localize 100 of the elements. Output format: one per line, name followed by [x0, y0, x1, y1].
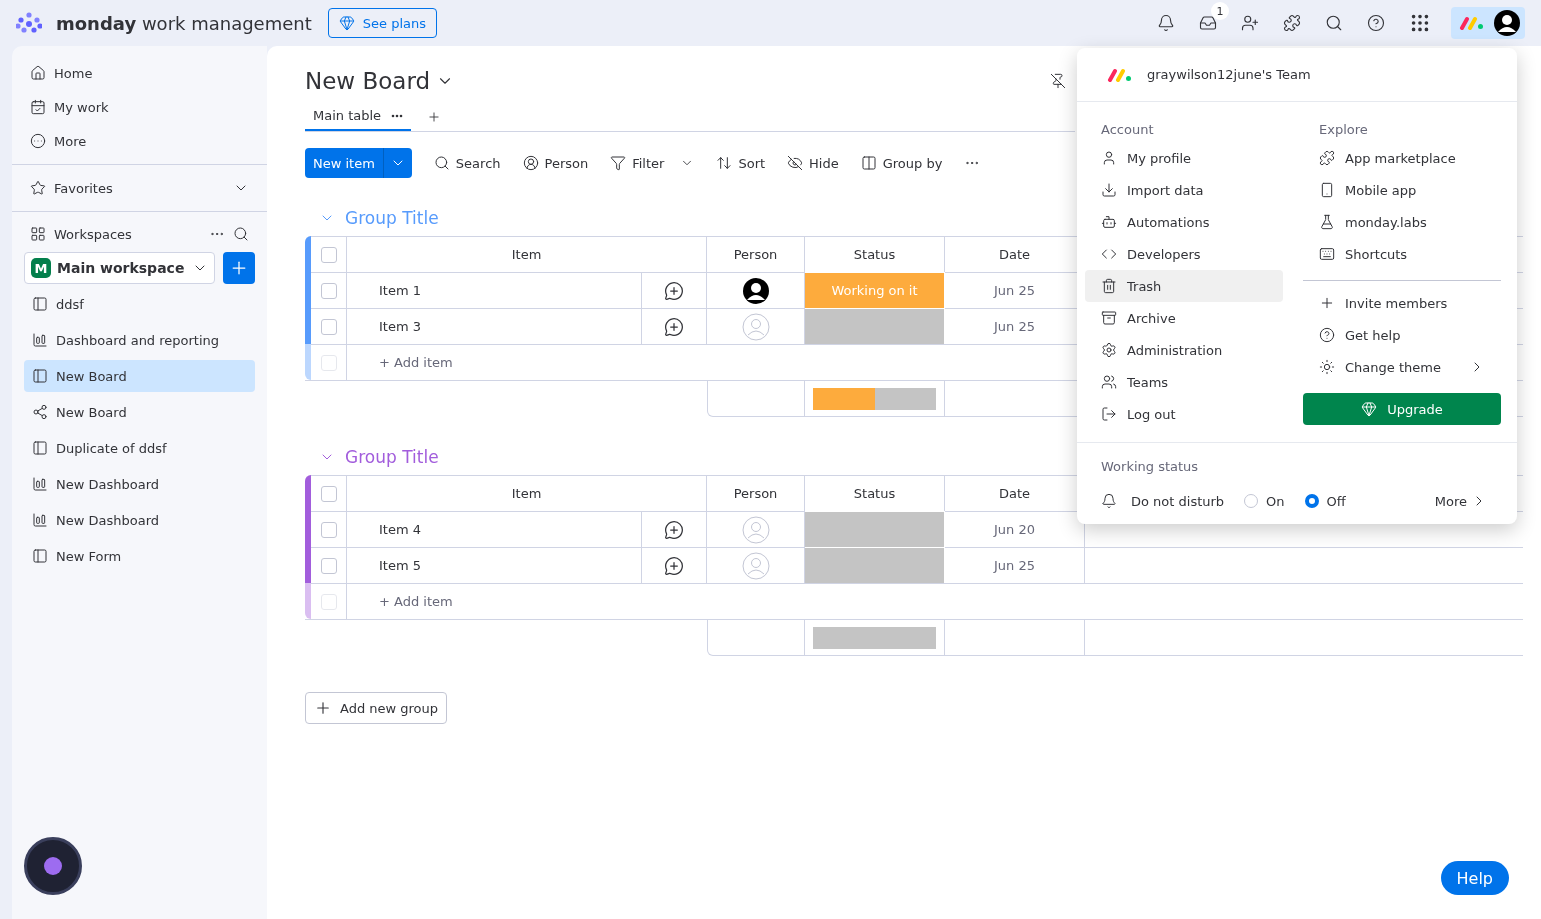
item-name: Item 5 — [347, 547, 642, 583]
add-item-link[interactable]: + Add item — [347, 583, 1523, 619]
checkbox[interactable] — [320, 318, 337, 335]
radio-option[interactable]: On — [1244, 493, 1285, 509]
sidebar-item[interactable]: ddsf — [24, 288, 255, 320]
nav-item[interactable]: My work — [12, 90, 267, 124]
item-name: Item 4 — [347, 511, 642, 547]
toolbar-button[interactable]: Search — [433, 155, 501, 171]
code-icon — [1101, 246, 1117, 262]
add-update-button[interactable] — [664, 316, 684, 337]
checkbox[interactable] — [320, 282, 337, 299]
logout-icon — [1101, 406, 1117, 422]
radio-option[interactable]: Off — [1304, 493, 1346, 509]
nav-item[interactable]: More — [12, 124, 267, 158]
workspace-dropdown[interactable]: M Main workspace — [24, 252, 215, 284]
menu-item[interactable]: Change theme — [1303, 351, 1501, 383]
inbox-icon — [1199, 14, 1217, 32]
eye-off-icon — [787, 155, 804, 171]
checkbox[interactable] — [320, 485, 337, 502]
date-cell: Jun 25 — [945, 547, 1085, 583]
column-header: Person — [707, 236, 805, 272]
add-group-button[interactable]: Add new group — [305, 692, 448, 724]
section-heading: Explore — [1318, 120, 1369, 139]
puzzle-icon — [1319, 150, 1335, 166]
plus-icon — [427, 109, 442, 124]
bell-icon — [1157, 14, 1175, 32]
app-name: monday work management — [56, 12, 312, 34]
download-icon — [1101, 182, 1117, 198]
plus-icon — [1319, 295, 1335, 311]
add-button[interactable] — [223, 252, 255, 284]
checkbox[interactable] — [320, 246, 337, 263]
user-plus-icon — [1241, 14, 1259, 32]
toolbar-button[interactable]: Hide — [787, 155, 839, 171]
help-icon — [1319, 327, 1335, 343]
see-plans-button[interactable]: See plans — [327, 8, 437, 38]
account-button[interactable] — [1451, 7, 1525, 39]
view-tab[interactable]: Main table — [305, 102, 412, 131]
board-title: New Board — [305, 68, 431, 94]
chart-icon — [32, 476, 48, 492]
menu-item[interactable]: Archive — [1085, 302, 1283, 334]
column-header: Item — [347, 236, 707, 272]
menu-item[interactable]: Developers — [1085, 238, 1283, 270]
do-not-disturb-label: Do not disturb — [1131, 493, 1225, 509]
sidebar-item[interactable]: New Board — [24, 396, 255, 428]
chart-icon — [32, 512, 48, 528]
add-update-button[interactable] — [664, 519, 684, 540]
section-heading: Account — [1100, 120, 1155, 139]
user-icon — [1101, 150, 1117, 166]
search-button[interactable] — [233, 226, 249, 242]
toolbar-button[interactable]: Person — [522, 155, 589, 171]
sidebar-item[interactable]: Duplicate of ddsf — [24, 432, 255, 464]
assistant-button[interactable] — [24, 837, 82, 895]
sidebar-item[interactable]: New Dashboard — [24, 504, 255, 536]
column-header: Person — [707, 475, 805, 511]
unpin-icon — [1050, 73, 1067, 89]
avatar-icon — [1493, 9, 1521, 37]
board-icon — [32, 548, 48, 564]
keyboard-icon — [1319, 246, 1335, 262]
nav-item[interactable]: Home — [12, 56, 267, 90]
filter-icon — [610, 155, 627, 171]
more-link[interactable]: More — [1428, 492, 1493, 510]
menu-item[interactable]: Automations — [1085, 206, 1283, 238]
board-icon — [32, 296, 48, 312]
sidebar-item[interactable]: Dashboard and reporting — [24, 324, 255, 356]
menu-item[interactable]: Import data — [1085, 174, 1283, 206]
group-title: Group Title — [345, 208, 439, 228]
monday-logo-icon — [1459, 16, 1485, 30]
bell-icon — [1101, 493, 1117, 509]
add-update-button[interactable] — [664, 280, 684, 301]
menu-item[interactable]: Invite members — [1303, 287, 1501, 319]
ellipsis-circle-icon — [30, 133, 46, 149]
add-update-button[interactable] — [664, 555, 684, 576]
trash-icon — [1101, 278, 1117, 294]
diamond-icon — [338, 15, 355, 31]
menu-item[interactable]: Shortcuts — [1303, 238, 1501, 270]
menu-item[interactable]: Trash — [1085, 270, 1283, 302]
menu-item[interactable]: Log out — [1085, 398, 1283, 430]
menu-item[interactable]: My profile — [1085, 142, 1283, 174]
upgrade-button[interactable]: Upgrade — [1303, 393, 1501, 425]
chat-plus-icon — [664, 316, 684, 337]
checkbox[interactable] — [320, 557, 337, 574]
item-name: Item 3 — [347, 308, 642, 344]
puzzle-icon — [1283, 14, 1301, 32]
checkbox[interactable] — [320, 521, 337, 538]
menu-item[interactable]: App marketplace — [1303, 142, 1501, 174]
toolbar-button[interactable]: Filter — [610, 155, 695, 171]
menu-item[interactable]: Mobile app — [1303, 174, 1501, 206]
home-icon — [30, 65, 46, 81]
toolbar-button[interactable]: Sort — [716, 155, 766, 171]
menu-item[interactable]: monday.labs — [1303, 206, 1501, 238]
sidebar-item[interactable]: New Board — [24, 360, 255, 392]
team-name: graywilson12june's Team — [1147, 67, 1311, 82]
favorites-item[interactable]: Favorites — [12, 171, 267, 205]
settings-icon — [1101, 342, 1117, 358]
sidebar-item[interactable]: New Dashboard — [24, 468, 255, 500]
sidebar-item[interactable]: New Form — [24, 540, 255, 572]
sun-icon — [1319, 359, 1335, 375]
board-icon — [32, 440, 48, 456]
logo-icon — [16, 11, 42, 35]
toolbar-button[interactable]: Group by — [860, 155, 943, 171]
